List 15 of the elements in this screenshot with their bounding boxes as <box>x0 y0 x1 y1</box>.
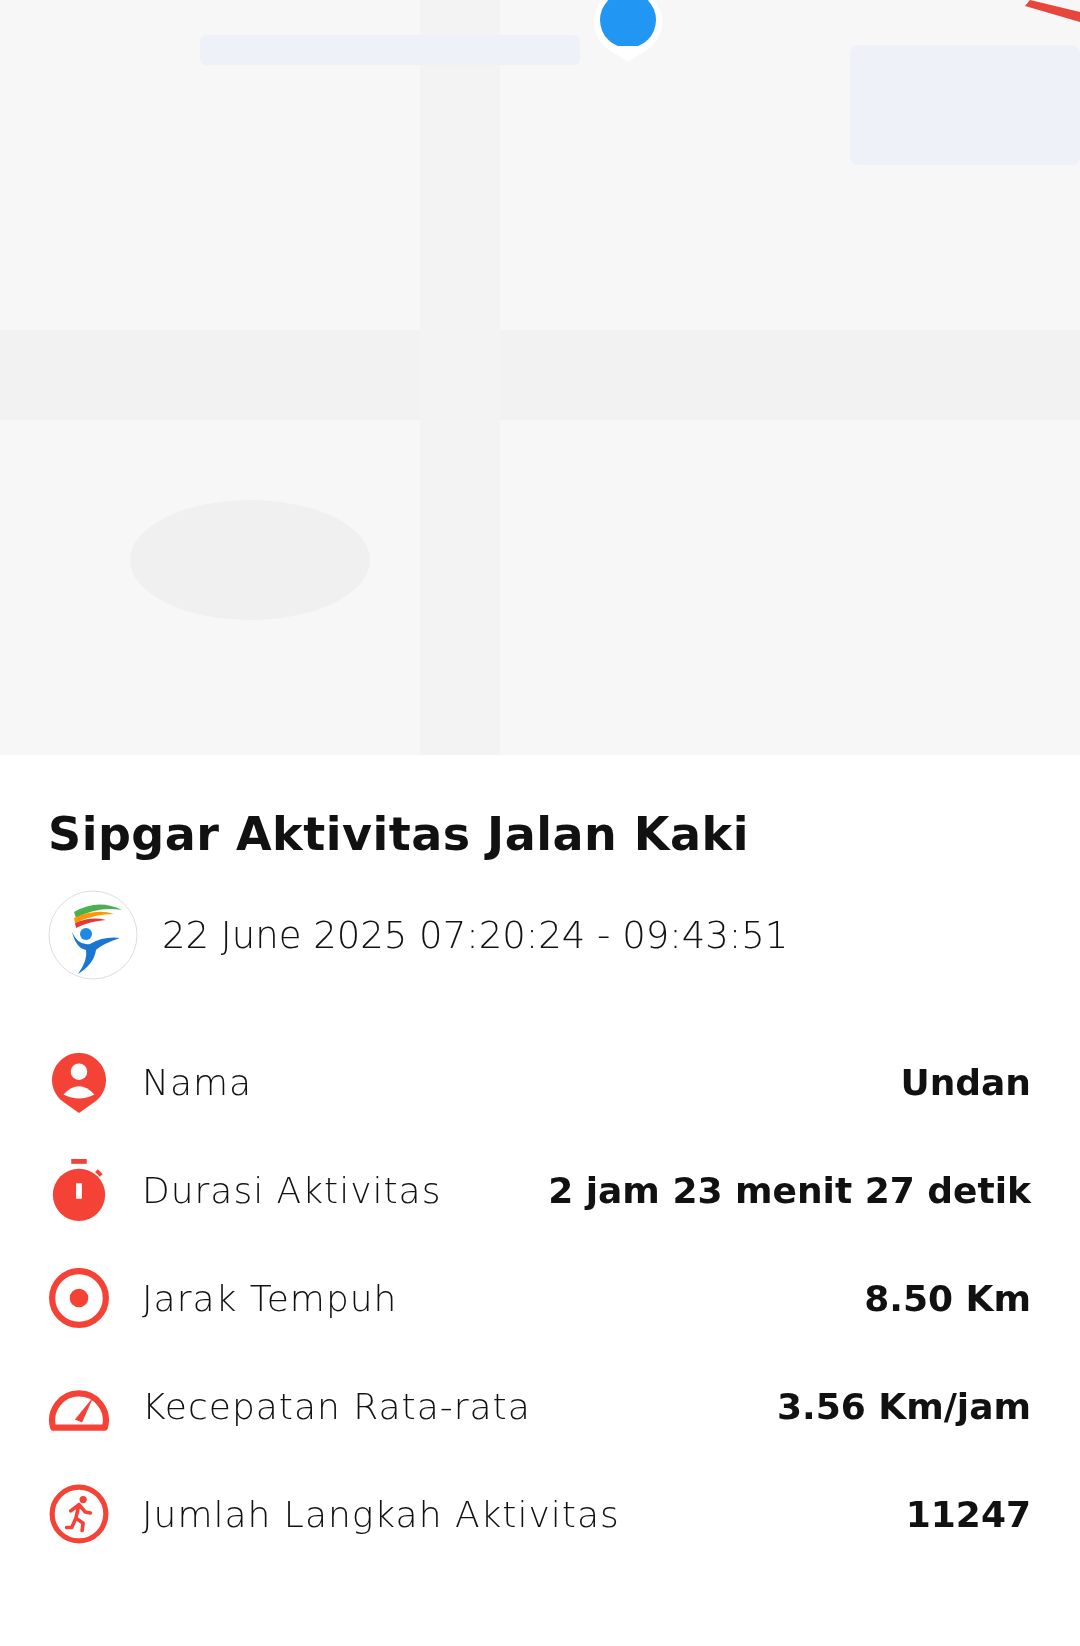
stat-label: Jarak Tempuh <box>142 1277 398 1319</box>
date-range: 22 June 2025 07:20:24 - 09:43:51 <box>162 913 789 957</box>
stat-label: Nama <box>142 1061 253 1103</box>
stat-value: 3.56 Km/jam <box>776 1385 1031 1427</box>
target-icon <box>48 1267 110 1330</box>
running-icon <box>48 1483 110 1546</box>
runner-logo-icon <box>48 890 138 981</box>
activity-title: Sipgar Aktivitas Jalan Kaki <box>48 807 750 863</box>
stat-label: Kecepatan Rata-rata <box>142 1385 531 1427</box>
stat-value: 2 jam 23 menit 27 detik <box>548 1169 1031 1211</box>
stat-value: 11247 <box>905 1493 1031 1535</box>
stat-label: Jumlah Langkah Aktivitas <box>142 1493 620 1535</box>
stat-label: Durasi Aktivitas <box>142 1169 442 1211</box>
stat-value: Undan <box>900 1061 1031 1103</box>
stat-value: 8.50 Km <box>864 1277 1031 1319</box>
